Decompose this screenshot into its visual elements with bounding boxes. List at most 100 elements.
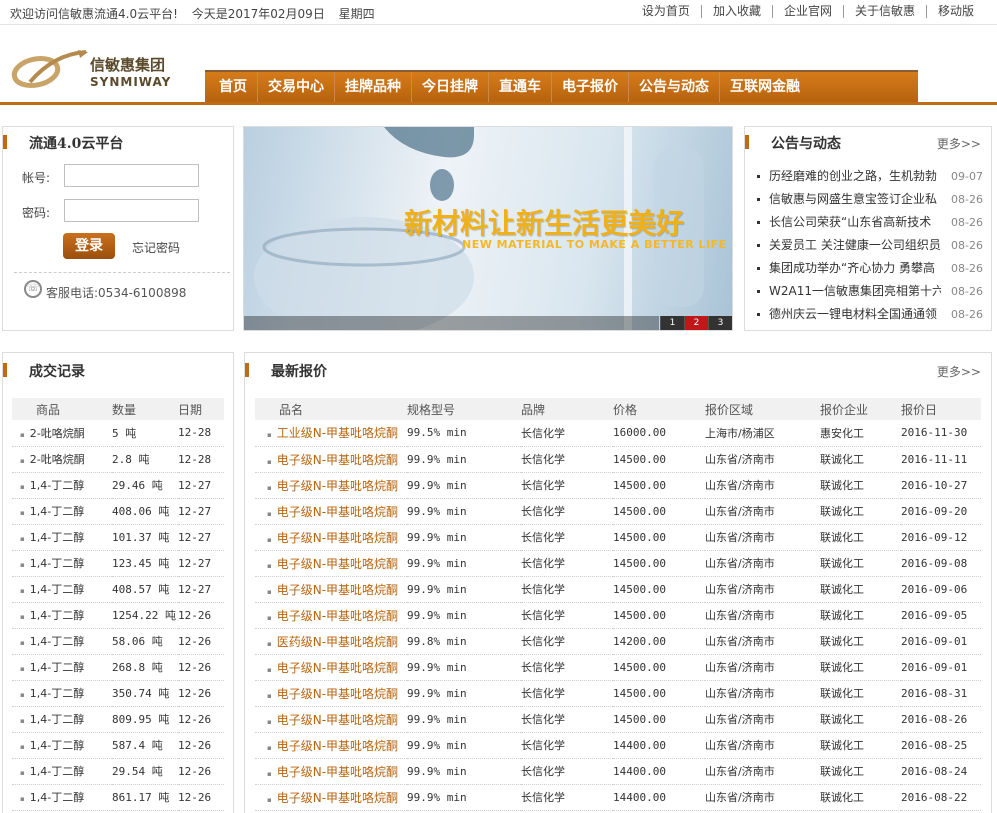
quote-product[interactable]: 电子级N-甲基吡咯烷酮 — [255, 524, 407, 551]
news-item-title[interactable]: 关爱员工 关注健康一公司组织员 — [769, 234, 941, 257]
login-button[interactable]: 登录 — [63, 233, 115, 259]
news-item-title[interactable]: 历经磨难的创业之路，生机勃勃 — [769, 165, 941, 188]
quote-product[interactable]: 电子级N-甲基吡咯烷酮 — [255, 576, 407, 603]
news-item-date: 09-07 — [951, 170, 983, 183]
nav-internet-finance[interactable]: 互联网金融 — [720, 72, 810, 103]
current-date: 今天是2017年02月09日 — [191, 7, 325, 21]
quote-price: 14500.00 — [613, 680, 705, 707]
quote-product[interactable]: 电子级N-甲基吡咯烷酮 — [255, 498, 407, 525]
quote-product[interactable]: 电子级N-甲基吡咯烷酮 — [255, 550, 407, 577]
news-item[interactable]: 长信公司荣获“山东省高新技术 08-26 — [753, 211, 987, 234]
deal-date: 12-26 — [178, 732, 224, 759]
news-item-title[interactable]: 长信公司荣获“山东省高新技术 — [769, 211, 941, 234]
quote-price: 14500.00 — [613, 602, 705, 629]
news-item[interactable]: 信敏惠与网盛生意宝签订企业私 08-26 — [753, 188, 987, 211]
quote-region: 山东省/济南市 — [705, 498, 820, 525]
quote-company: 联诚化工 — [820, 472, 901, 499]
quote-brand: 长信化学 — [521, 680, 613, 707]
password-input[interactable] — [64, 199, 199, 222]
nav-trading-center[interactable]: 交易中心 — [258, 72, 335, 103]
logo-cn-name: 信敏惠集团 — [90, 56, 166, 74]
news-item-title[interactable]: 信敏惠与网盛生意宝签订企业私 — [769, 188, 941, 211]
quote-product[interactable]: 工业级N-甲基吡咯烷酮 — [255, 420, 407, 447]
quotes-table: 品名 规格型号 品牌 价格 报价区域 报价企业 报价日 工业级N-甲基吡咯烷酮9… — [255, 398, 981, 811]
quote-brand: 长信化学 — [521, 784, 613, 811]
news-item[interactable]: 集团成功举办“齐心协力 勇攀高 08-26 — [753, 257, 987, 280]
quote-product[interactable]: 电子级N-甲基吡咯烷酮 — [255, 654, 407, 681]
quote-price: 14500.00 — [613, 706, 705, 733]
quote-product[interactable]: 电子级N-甲基吡咯烷酮 — [255, 732, 407, 759]
banner-page-1[interactable]: 1 — [660, 316, 684, 330]
banner-headline: 新材料让新生活更美好 — [404, 207, 685, 240]
set-homepage-link[interactable]: 设为首页 — [631, 5, 701, 18]
deal-product: 1,4-丁二醇 — [12, 498, 112, 525]
quote-price: 14500.00 — [613, 446, 705, 473]
welcome-text: 欢迎访问信敏惠流通4.0云平台! 今天是2017年02月09日 星期四 — [10, 5, 385, 22]
mobile-version-link[interactable]: 移动版 — [925, 5, 985, 18]
quotes-panel-title: 最新报价 — [271, 364, 327, 380]
forgot-password-link[interactable]: 忘记密码 — [132, 239, 180, 256]
deal-quantity: 29.46 吨 — [112, 472, 178, 499]
banner-page-2[interactable]: 2 — [684, 316, 708, 330]
quote-region: 山东省/济南市 — [705, 524, 820, 551]
quote-region: 山东省/济南市 — [705, 706, 820, 733]
account-label: 帐号: — [22, 171, 51, 185]
main-nav: 首页 交易中心 挂牌品种 今日挂牌 直通车 电子报价 公告与动态 互联网金融 — [205, 70, 918, 103]
quotes-more-link[interactable]: 更多>> — [937, 363, 981, 380]
banner-pager: 1 2 3 — [660, 316, 732, 330]
quote-product[interactable]: 电子级N-甲基吡咯烷酮 — [255, 680, 407, 707]
quote-product[interactable]: 电子级N-甲基吡咯烷酮 — [255, 472, 407, 499]
quote-product[interactable]: 电子级N-甲基吡咯烷酮 — [255, 758, 407, 785]
nav-listed-products[interactable]: 挂牌品种 — [335, 72, 412, 103]
news-item[interactable]: 历经磨难的创业之路，生机勃勃 09-07 — [753, 165, 987, 188]
deal-quantity: 123.45 吨 — [112, 550, 178, 577]
news-item[interactable]: 关爱员工 关注健康一公司组织员 08-26 — [753, 234, 987, 257]
deal-date: 12-26 — [178, 784, 224, 811]
news-item-title[interactable]: 德州庆云一锂电材料全国通通领 — [769, 303, 941, 326]
quote-brand: 长信化学 — [521, 420, 613, 447]
quote-product[interactable]: 电子级N-甲基吡咯烷酮 — [255, 446, 407, 473]
quote-row: 电子级N-甲基吡咯烷酮99.9% min长信化学14500.00山东省/济南市联… — [255, 550, 981, 577]
quote-product[interactable]: 电子级N-甲基吡咯烷酮 — [255, 602, 407, 629]
hero-banner[interactable]: 新材料让新生活更美好 NEW MATERIAL TO MAKE A BETTER… — [243, 126, 733, 331]
quote-region: 山东省/济南市 — [705, 732, 820, 759]
account-input[interactable] — [64, 164, 199, 187]
about-link[interactable]: 关于信敏惠 — [842, 5, 926, 18]
nav-home[interactable]: 首页 — [205, 72, 258, 103]
quote-price: 14500.00 — [613, 472, 705, 499]
quote-date: 2016-09-08 — [901, 550, 981, 577]
deal-quantity: 2.8 吨 — [112, 446, 178, 473]
quote-product[interactable]: 电子级N-甲基吡咯烷酮 — [255, 784, 407, 811]
deal-product: 1,4-丁二醇 — [12, 784, 112, 811]
deal-row: 1,4-丁二醇809.95 吨12-26 — [12, 706, 224, 733]
logo[interactable]: 信敏惠集团 SYNMIWAY — [10, 48, 190, 92]
nav-today-listing[interactable]: 今日挂牌 — [412, 72, 489, 103]
news-item[interactable]: W2A11一信敏惠集团亮相第十六届 08-26 — [753, 280, 987, 303]
news-item-title[interactable]: 集团成功举办“齐心协力 勇攀高 — [769, 257, 941, 280]
news-item[interactable]: 德州庆云一锂电材料全国通通领 08-26 — [753, 303, 987, 326]
deals-col-product: 商品 — [12, 398, 112, 420]
nav-e-quote[interactable]: 电子报价 — [552, 72, 629, 103]
quote-product[interactable]: 电子级N-甲基吡咯烷酮 — [255, 706, 407, 733]
news-more-link[interactable]: 更多>> — [937, 135, 981, 152]
deal-row: 2-吡咯烷酮5 吨12-28 — [12, 420, 224, 447]
deal-row: 2-吡咯烷酮2.8 吨12-28 — [12, 446, 224, 473]
deal-quantity: 350.74 吨 — [112, 680, 178, 707]
quote-brand: 长信化学 — [521, 628, 613, 655]
quote-region: 山东省/济南市 — [705, 784, 820, 811]
login-panel-title: 流通4.0云平台 — [29, 136, 124, 152]
quote-row: 电子级N-甲基吡咯烷酮99.9% min长信化学14500.00山东省/济南市联… — [255, 654, 981, 681]
add-favorite-link[interactable]: 加入收藏 — [700, 5, 772, 18]
quote-product[interactable]: 医药级N-甲基吡咯烷酮 — [255, 628, 407, 655]
quote-date: 2016-09-12 — [901, 524, 981, 551]
deal-quantity: 1254.22 吨 — [112, 602, 178, 629]
deal-date: 12-27 — [178, 524, 224, 551]
nav-announcements[interactable]: 公告与动态 — [629, 72, 720, 103]
quote-region: 山东省/济南市 — [705, 446, 820, 473]
quote-spec: 99.9% min — [407, 706, 521, 733]
quote-spec: 99.9% min — [407, 524, 521, 551]
corporate-site-link[interactable]: 企业官网 — [771, 5, 843, 18]
nav-express[interactable]: 直通车 — [489, 72, 552, 103]
news-item-title[interactable]: W2A11一信敏惠集团亮相第十六届 — [769, 280, 941, 303]
banner-page-3[interactable]: 3 — [708, 316, 732, 330]
